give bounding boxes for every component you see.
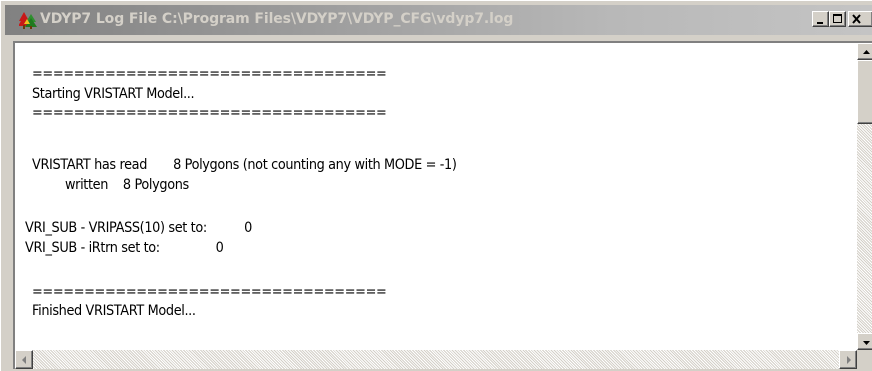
arrow-right-icon <box>847 356 851 364</box>
scroll-right-button[interactable] <box>839 350 857 369</box>
log-line: VRISTART has read 8 Polygons (not counti… <box>32 157 457 173</box>
scrollbar-corner <box>857 350 872 369</box>
minimize-button[interactable] <box>812 11 829 27</box>
vertical-scrollbar[interactable] <box>857 43 872 350</box>
arrow-left-icon <box>22 356 26 364</box>
close-button[interactable] <box>848 11 872 27</box>
close-icon <box>852 14 861 24</box>
log-line: VRI_SUB - iRtrn set to: 0 <box>25 240 224 256</box>
log-text-area[interactable]: ================================== Start… <box>15 43 857 350</box>
log-line: ================================== <box>32 105 387 121</box>
vertical-scroll-thumb[interactable] <box>857 60 872 124</box>
arrow-down-icon <box>863 341 870 345</box>
client-area: ================================== Start… <box>13 41 872 369</box>
log-line: written 8 Polygons <box>65 177 189 193</box>
scroll-down-button[interactable] <box>857 333 872 350</box>
log-window: VDYP7 Log File C:\Program Files\VDYP7\VD… <box>0 0 872 371</box>
trees-icon <box>18 12 37 29</box>
log-line: Starting VRISTART Model... <box>32 86 195 102</box>
scroll-up-button[interactable] <box>857 43 872 60</box>
scroll-left-button[interactable] <box>15 350 33 369</box>
maximize-button[interactable] <box>829 11 846 27</box>
log-line: ================================== <box>32 66 387 82</box>
horizontal-scrollbar[interactable] <box>15 350 857 369</box>
window-title: VDYP7 Log File C:\Program Files\VDYP7\VD… <box>40 11 514 27</box>
log-line: Finished VRISTART Model... <box>32 303 196 319</box>
minimize-icon <box>817 22 823 24</box>
maximize-icon <box>833 14 842 23</box>
log-line: ================================== <box>32 284 387 300</box>
arrow-up-icon <box>863 50 870 54</box>
title-bar[interactable]: VDYP7 Log File C:\Program Files\VDYP7\VD… <box>5 5 872 35</box>
log-line: VRI_SUB - VRIPASS(10) set to: 0 <box>25 220 252 236</box>
